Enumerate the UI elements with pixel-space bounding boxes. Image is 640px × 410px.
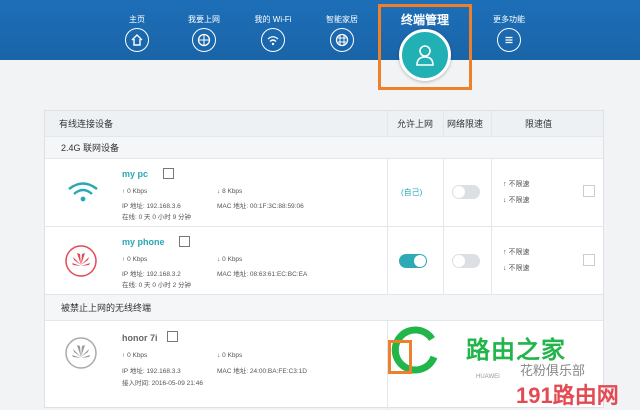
edit-icon[interactable] — [163, 168, 174, 179]
online-time: 在线: 0 天 0 小时 2 分钟 — [122, 282, 191, 289]
highlight-box — [388, 340, 412, 374]
nav-device-management-label: 终端管理 — [400, 13, 449, 27]
mac-address: MAC 地址: 08:63:61:EC:BC:EA — [217, 271, 308, 278]
mac-address: MAC 地址: 24:00:BA:FE:C3:1D — [217, 368, 307, 375]
nav-device-management[interactable]: 终端管理 — [378, 4, 472, 90]
ip-address: IP 地址: 192.168.3.2 — [122, 271, 181, 278]
mac-address: MAC 地址: 00:1F:3C:88:59:06 — [217, 203, 304, 210]
user-icon — [399, 29, 451, 81]
device-name: honor 7i — [122, 333, 158, 343]
speed-limit-toggle[interactable] — [452, 254, 480, 268]
download-speed: ↓ 0 Kbps — [217, 352, 243, 359]
limit-down: ↓ 不限速 — [503, 265, 530, 272]
header-wired: 有线连接设备 — [59, 119, 114, 129]
ip-address: IP 地址: 192.168.3.3 — [122, 368, 181, 375]
download-speed: ↓ 8 Kbps — [217, 188, 243, 195]
nav-home[interactable]: 主页 — [102, 14, 172, 52]
smart-home-icon — [330, 28, 354, 52]
header-allow-internet: 允许上网 — [397, 119, 434, 129]
menu-icon — [497, 28, 521, 52]
download-speed: ↓ 0 Kbps — [217, 256, 243, 263]
watermark-site: 191路由网 — [516, 383, 619, 408]
self-label: (自己) — [401, 188, 423, 197]
table-header: 有线连接设备 允许上网 网络限速 限速值 — [45, 111, 603, 137]
nav-more-label: 更多功能 — [493, 15, 525, 24]
edit-icon[interactable] — [167, 331, 178, 342]
allow-internet-toggle[interactable] — [399, 254, 427, 268]
section-blocked: 被禁止上网的无线终端 — [45, 295, 603, 321]
upload-speed: ↑ 0 Kbps — [122, 352, 148, 359]
nav-smart-home-label: 智能家居 — [326, 15, 358, 24]
ip-address: IP 地址: 192.168.3.6 — [122, 203, 181, 210]
limit-up: ↑ 不限速 — [503, 181, 530, 188]
huawei-logo-icon — [65, 245, 97, 277]
nav-internet-label: 我要上网 — [188, 15, 220, 24]
home-icon — [125, 28, 149, 52]
limit-down: ↓ 不限速 — [503, 197, 530, 204]
speed-limit-toggle[interactable] — [452, 185, 480, 199]
wifi-icon — [261, 28, 285, 52]
header-speed-limit: 网络限速 — [447, 119, 484, 129]
edit-limit-icon[interactable] — [583, 185, 595, 197]
device-name: my phone — [122, 237, 165, 247]
online-time: 在线: 0 天 0 小时 9 分钟 — [122, 214, 191, 221]
header-limit-value: 限速值 — [525, 119, 553, 129]
nav-wifi[interactable]: 我的 Wi-Fi — [238, 14, 308, 52]
edit-limit-icon[interactable] — [583, 254, 595, 266]
table-row: my pc ↑ 0 Kbps ↓ 8 Kbps IP 地址: 192.168.3… — [45, 159, 603, 227]
edit-icon[interactable] — [179, 236, 190, 247]
nav-smart-home[interactable]: 智能家居 — [307, 14, 377, 52]
huawei-logo-icon — [65, 337, 97, 369]
globe-icon — [192, 28, 216, 52]
joined-time: 接入时间: 2016-05-09 21:46 — [122, 380, 203, 387]
upload-speed: ↑ 0 Kbps — [122, 188, 148, 195]
top-nav: 主页 我要上网 我的 Wi-Fi 智能家居 更多功能 — [0, 0, 640, 60]
watermark-huawei: HUAWEI — [476, 374, 500, 380]
wifi-icon — [68, 182, 98, 202]
upload-speed: ↑ 0 Kbps — [122, 256, 148, 263]
watermark-club: 花粉俱乐部 — [520, 363, 586, 378]
nav-home-label: 主页 — [129, 15, 145, 24]
nav-wifi-label: 我的 Wi-Fi — [254, 15, 292, 24]
device-name: my pc — [122, 169, 149, 179]
section-24g: 2.4G 联网设备 — [45, 137, 603, 159]
limit-up: ↑ 不限速 — [503, 249, 530, 256]
table-row: my phone ↑ 0 Kbps ↓ 0 Kbps IP 地址: 192.16… — [45, 227, 603, 295]
nav-more[interactable]: 更多功能 — [474, 14, 544, 52]
nav-internet[interactable]: 我要上网 — [169, 14, 239, 52]
